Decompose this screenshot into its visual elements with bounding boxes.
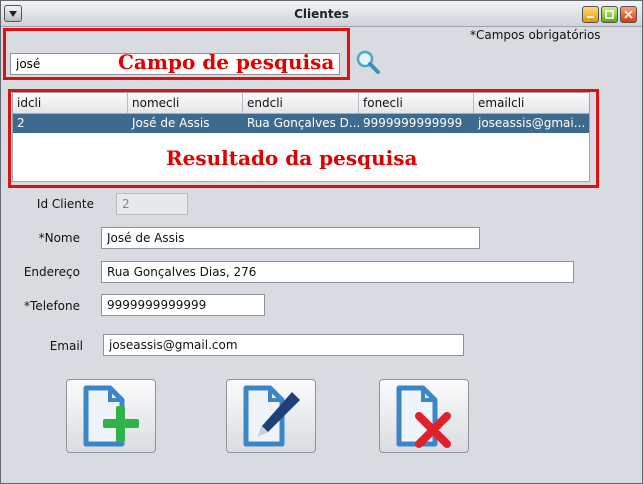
id-label: Id Cliente bbox=[36, 197, 94, 211]
column-header-emailcli[interactable]: emailcli bbox=[474, 93, 589, 113]
close-button[interactable] bbox=[620, 6, 637, 23]
window-title: Clientes bbox=[294, 7, 349, 21]
email-label: Email bbox=[49, 339, 83, 353]
search-button[interactable] bbox=[355, 49, 381, 75]
document-edit-icon bbox=[243, 385, 300, 447]
add-button[interactable] bbox=[66, 379, 156, 453]
column-header-fonecli[interactable]: fonecli bbox=[359, 93, 474, 113]
email-field[interactable] bbox=[103, 334, 464, 356]
minimize-icon bbox=[587, 16, 594, 18]
cell-fonecli: 9999999999999 bbox=[363, 116, 463, 130]
telefone-label: *Telefone bbox=[24, 299, 80, 313]
close-icon bbox=[624, 10, 633, 19]
maximize-button[interactable] bbox=[601, 6, 618, 23]
id-field bbox=[116, 193, 188, 215]
column-header-nomecli[interactable]: nomecli bbox=[128, 93, 243, 113]
endereco-field[interactable] bbox=[101, 261, 574, 283]
minimize-button[interactable] bbox=[582, 6, 599, 23]
cell-idcli: 2 bbox=[17, 116, 25, 130]
nome-field[interactable] bbox=[101, 227, 480, 249]
maximize-icon bbox=[605, 10, 614, 19]
table-header: idcli nomecli endcli fonecli emailcli bbox=[13, 93, 589, 114]
document-delete-icon bbox=[396, 385, 451, 448]
edit-button[interactable] bbox=[226, 379, 316, 453]
column-header-idcli[interactable]: idcli bbox=[13, 93, 128, 113]
search-annotation: Campo de pesquisa bbox=[118, 50, 335, 74]
cell-nomecli: José de Assis bbox=[132, 116, 210, 130]
nome-label: *Nome bbox=[38, 231, 80, 245]
telefone-field[interactable] bbox=[101, 294, 265, 316]
column-header-endcli[interactable]: endcli bbox=[243, 93, 359, 113]
document-add-icon bbox=[83, 385, 139, 447]
magnifier-icon bbox=[356, 50, 380, 74]
delete-button[interactable] bbox=[379, 379, 469, 453]
results-annotation: Resultado da pesquisa bbox=[166, 146, 418, 170]
required-fields-note: *Campos obrigatórios bbox=[470, 28, 601, 42]
endereco-label: Endereço bbox=[23, 265, 80, 279]
title-bar: Clientes bbox=[1, 1, 642, 27]
cell-emailcli: joseassis@gmai... bbox=[478, 116, 586, 130]
cell-endcli: Rua Gonçalves D... bbox=[247, 116, 359, 130]
table-row[interactable]: 2 José de Assis Rua Gonçalves D... 99999… bbox=[13, 114, 589, 133]
